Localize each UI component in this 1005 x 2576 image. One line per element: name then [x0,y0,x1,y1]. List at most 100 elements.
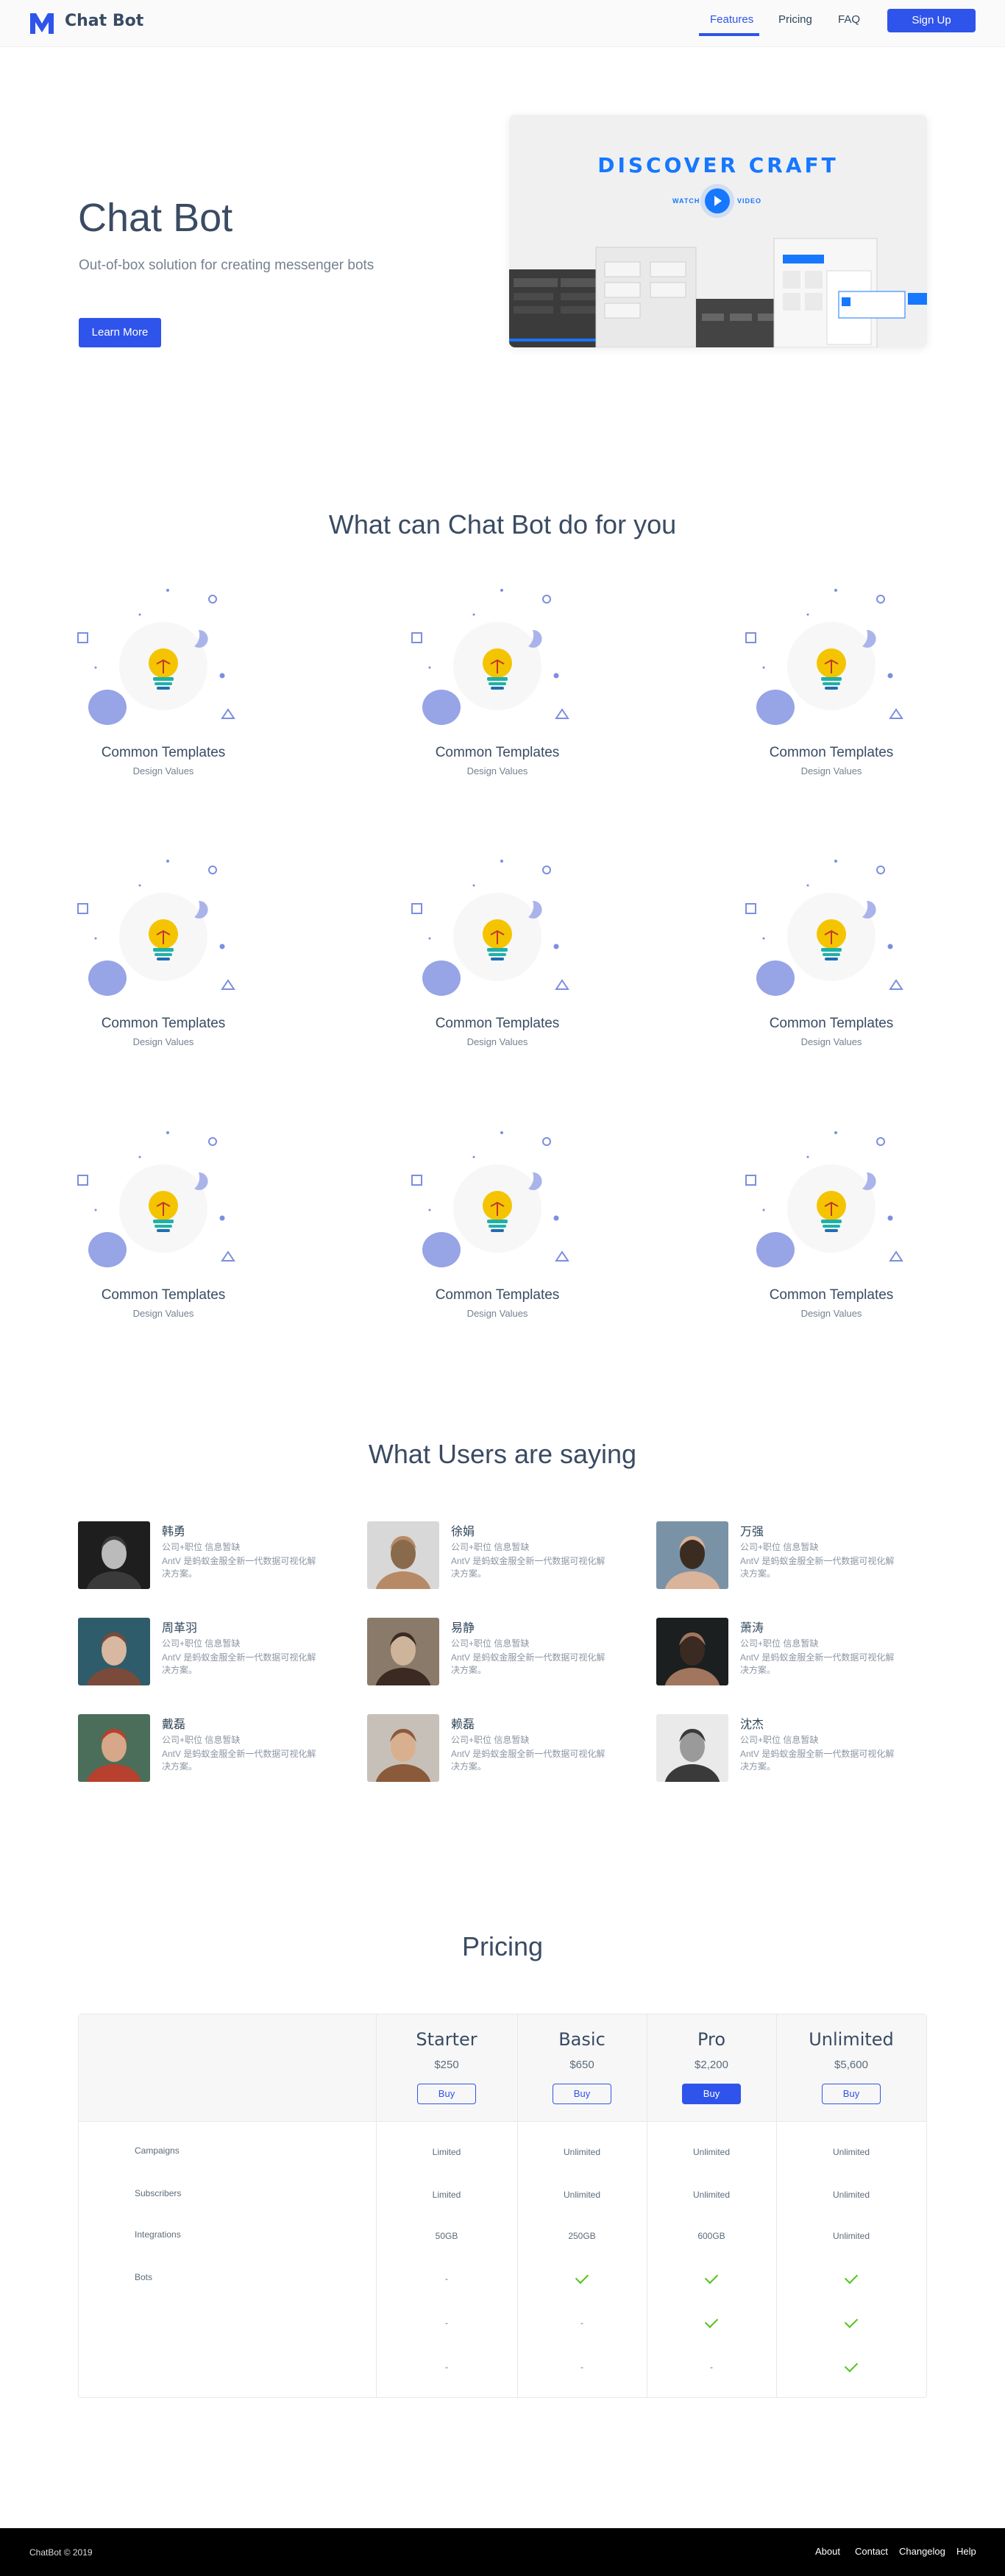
pricing-cell: 50GB [435,2231,458,2241]
hero-subtitle: Out-of-box solution for creating messeng… [79,258,374,273]
pricing-cell: - [445,2318,448,2328]
testimonial-role: 公司+职位 信息暂缺 [740,1542,819,1552]
pricing-cell: Unlimited [563,2147,600,2157]
learn-more-button[interactable]: Learn More [79,318,161,347]
feature-card: Common Templates Design Values [394,1124,600,1367]
pricing-cell: Unlimited [832,2190,870,2200]
pricing-column-divider [517,2014,518,2397]
features-title: What can Chat Bot do for you [328,509,677,539]
testimonial-name: 赖磊 [451,1719,475,1731]
nav-features[interactable]: Features [710,13,753,26]
testimonial-name: 万强 [740,1526,764,1538]
footer-link-contact[interactable]: Contact [855,2546,888,2557]
testimonial-role: 公司+职位 信息暂缺 [451,1638,530,1649]
feature-title: Common Templates [769,1287,894,1303]
lightbulb-icon [394,1124,600,1356]
nav-active-indicator [699,33,759,36]
lightbulb-icon [60,852,266,1085]
plan-name: Unlimited [809,2029,894,2050]
pricing-cell: - [445,2274,448,2284]
feature-subtitle: Design Values [800,765,862,776]
pricing-table: Starter $250 Buy Basic $650 Buy Pro $2,200 Buy Un… [78,2014,927,2398]
pricing-cell: Limited [432,2190,461,2200]
pricing-row-label: Bots [135,2272,153,2282]
feature-subtitle: Design Values [132,1036,194,1047]
testimonial-role: 公司+职位 信息暂缺 [162,1735,241,1745]
lightbulb-icon [60,581,266,814]
lightbulb-icon [728,852,934,1085]
buy-button[interactable]: Buy [822,2084,881,2104]
check-icon [844,2270,859,2285]
feature-subtitle: Design Values [800,1036,862,1047]
nav-faq[interactable]: FAQ [838,13,860,26]
testimonial-name: 周革羽 [162,1622,198,1635]
buy-button[interactable]: Buy [682,2084,741,2104]
testimonial-card: 萧涛 公司+职位 信息暂缺 AntV 是蚂蚁金服全新一代数据可视化解决方案。 [656,1618,921,1691]
avatar [656,1521,728,1589]
pricing-cell: - [445,2362,448,2372]
feature-card: Common Templates Design Values [60,852,266,1095]
nav-pricing[interactable]: Pricing [778,13,812,26]
feature-title: Common Templates [101,1287,226,1303]
testimonial-role: 公司+职位 信息暂缺 [162,1542,241,1552]
testimonial-card: 赖磊 公司+职位 信息暂缺 AntV 是蚂蚁金服全新一代数据可视化解决方案。 [367,1714,632,1788]
feature-title: Common Templates [435,745,560,760]
feature-card: Common Templates Design Values [394,581,600,824]
plan-name: Basic [558,2029,606,2050]
testimonials-title: What Users are saying [368,1439,637,1469]
testimonial-card: 徐娟 公司+职位 信息暂缺 AntV 是蚂蚁金服全新一代数据可视化解决方案。 [367,1521,632,1595]
testimonial-text: AntV 是蚂蚁金服全新一代数据可视化解决方案。 [451,1749,606,1772]
hero-video-preview[interactable]: DISCOVER CRAFT WATCH VIDEO [509,115,927,347]
testimonial-text: AntV 是蚂蚁金服全新一代数据可视化解决方案。 [451,1556,606,1579]
feature-subtitle: Design Values [132,1308,194,1319]
testimonial-role: 公司+职位 信息暂缺 [740,1735,819,1745]
feature-subtitle: Design Values [466,765,528,776]
testimonial-card: 周革羽 公司+职位 信息暂缺 AntV 是蚂蚁金服全新一代数据可视化解决方案。 [78,1618,343,1691]
feature-subtitle: Design Values [466,1036,528,1047]
feature-subtitle: Design Values [132,765,194,776]
feature-title: Common Templates [769,745,894,760]
feature-card: Common Templates Design Values [60,581,266,824]
testimonial-name: 韩勇 [162,1526,186,1538]
feature-title: Common Templates [435,1016,560,1031]
avatar [656,1618,728,1685]
signup-button[interactable]: Sign Up [887,9,976,32]
buy-button[interactable]: Buy [553,2084,611,2104]
pricing-row-label: Subscribers [135,2188,182,2198]
avatar [367,1714,439,1782]
hero-title: Chat Bot [78,196,233,240]
avatar [656,1714,728,1782]
avatar [367,1618,439,1685]
pricing-cell: 250GB [568,2231,596,2241]
pricing-cell: - [710,2362,713,2372]
feature-card: Common Templates Design Values [728,1124,934,1367]
feature-subtitle: Design Values [466,1308,528,1319]
feature-title: Common Templates [101,745,226,760]
testimonial-text: AntV 是蚂蚁金服全新一代数据可视化解决方案。 [740,1652,895,1675]
plan-price: $5,600 [834,2059,868,2071]
feature-title: Common Templates [769,1016,894,1031]
pricing-title: Pricing [461,1931,544,1961]
footer-link-about[interactable]: About [815,2546,840,2557]
plan-price: $2,200 [695,2059,728,2071]
pricing-column-divider [776,2014,777,2397]
testimonial-text: AntV 是蚂蚁金服全新一代数据可视化解决方案。 [162,1749,316,1772]
avatar [367,1521,439,1589]
testimonial-name: 沈杰 [740,1719,764,1731]
testimonial-card: 万强 公司+职位 信息暂缺 AntV 是蚂蚁金服全新一代数据可视化解决方案。 [656,1521,921,1595]
pricing-cell: Unlimited [692,2147,730,2157]
footer-link-changelog[interactable]: Changelog [899,2546,945,2557]
testimonial-text: AntV 是蚂蚁金服全新一代数据可视化解决方案。 [162,1556,316,1579]
buy-button[interactable]: Buy [417,2084,476,2104]
testimonial-name: 戴磊 [162,1719,186,1731]
testimonial-role: 公司+职位 信息暂缺 [740,1638,819,1649]
pricing-cell: 600GB [697,2231,725,2241]
feature-title: Common Templates [435,1287,560,1303]
brand-name[interactable]: Chat Bot [65,12,143,30]
testimonial-text: AntV 是蚂蚁金服全新一代数据可视化解决方案。 [740,1749,895,1772]
lightbulb-icon [728,581,934,814]
testimonial-text: AntV 是蚂蚁金服全新一代数据可视化解决方案。 [162,1652,316,1675]
logo-icon[interactable] [28,9,56,37]
footer-link-help[interactable]: Help [956,2546,976,2557]
check-icon [704,2270,719,2285]
